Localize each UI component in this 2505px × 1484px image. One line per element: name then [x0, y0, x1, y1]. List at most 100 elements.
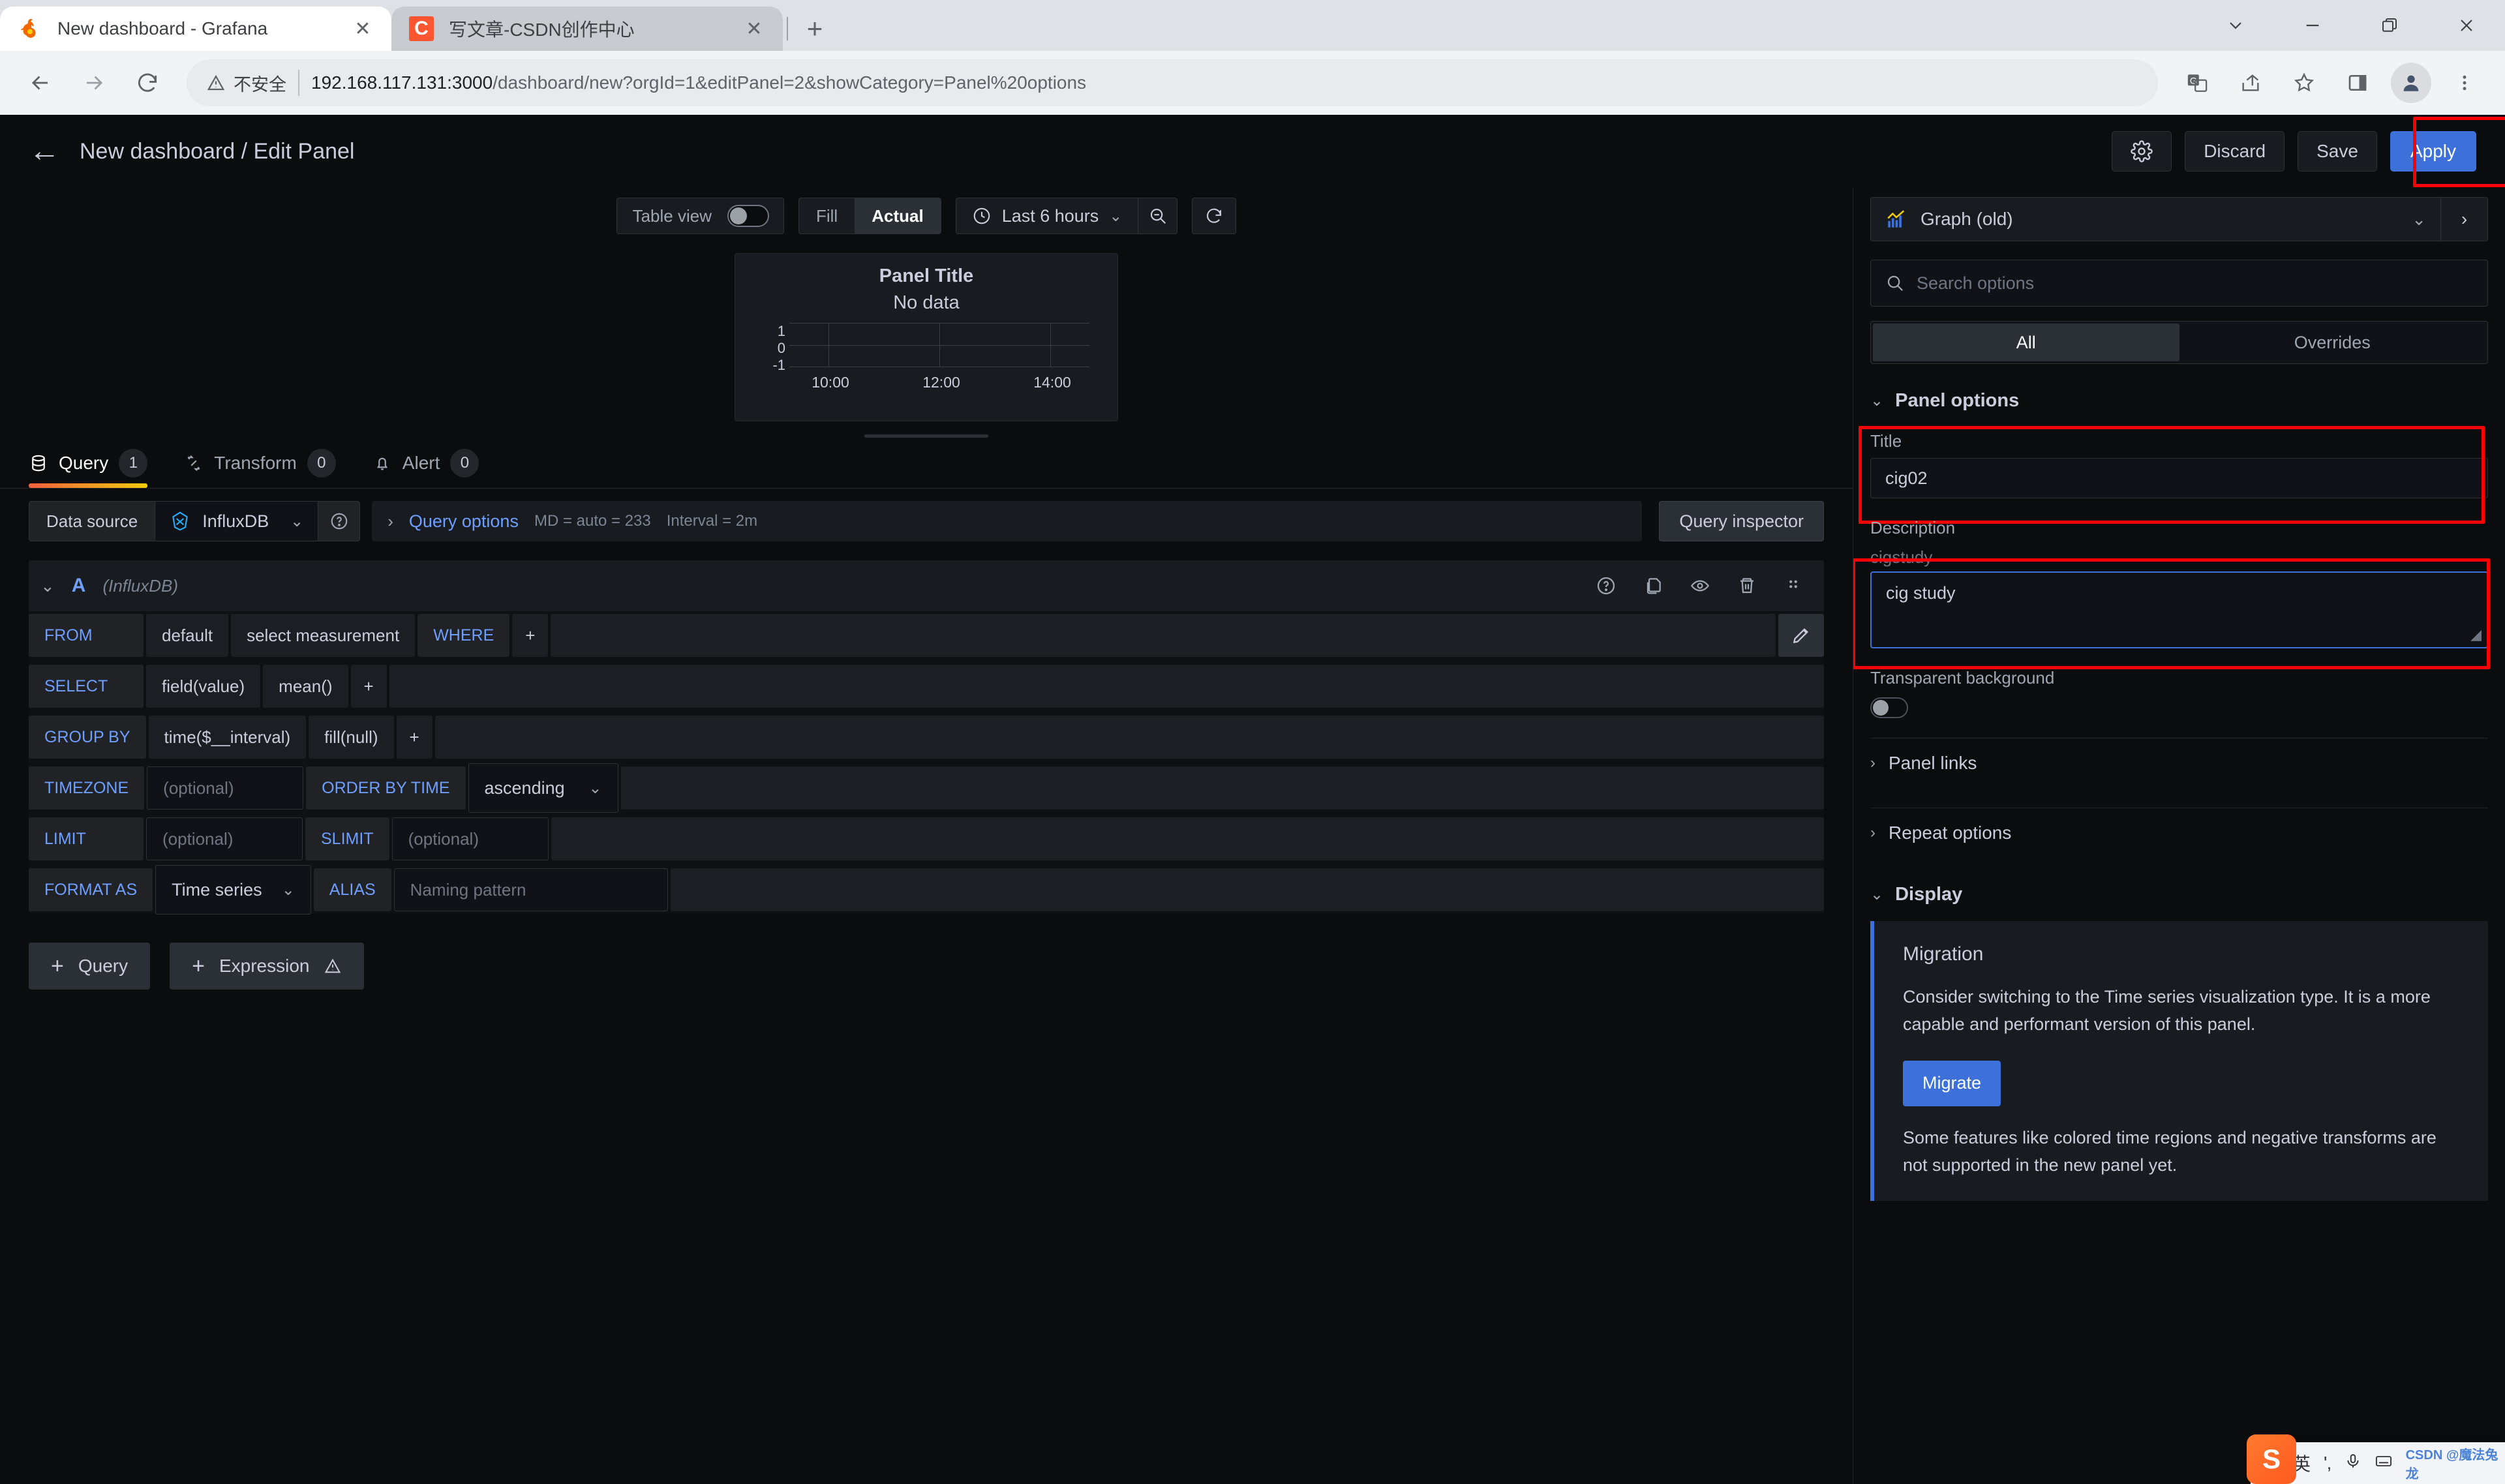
page-title: New dashboard / Edit Panel — [80, 138, 355, 164]
omnibox-divider — [298, 70, 299, 96]
pencil-icon[interactable] — [1778, 614, 1824, 657]
slimit-input[interactable]: (optional) — [391, 817, 549, 860]
back-arrow-icon[interactable]: ← — [29, 136, 60, 167]
select-aggregation[interactable]: mean() — [263, 665, 348, 708]
select-field[interactable]: field(value) — [146, 665, 261, 708]
section-panel-options[interactable]: ⌄ Panel options — [1870, 390, 2488, 412]
actual-button[interactable]: Actual — [855, 198, 941, 234]
close-icon[interactable]: ✕ — [351, 18, 374, 40]
apply-button[interactable]: Apply — [2390, 131, 2476, 172]
options-search-box[interactable]: Search options — [1870, 260, 2488, 307]
textarea-resize-grip[interactable]: ◢ — [2470, 626, 2482, 643]
viz-picker-button[interactable]: Graph (old) ⌄ — [1871, 208, 2440, 230]
timezone-input[interactable]: (optional) — [147, 766, 304, 810]
forward-icon[interactable] — [70, 59, 117, 106]
minimize-icon[interactable] — [2274, 0, 2351, 51]
groupby-fill[interactable]: fill(null) — [309, 716, 394, 759]
refresh-icon[interactable] — [1192, 198, 1237, 234]
groupby-time[interactable]: time($__interval) — [148, 716, 307, 759]
eye-icon[interactable] — [1690, 575, 1710, 596]
tab-search-chevron-down-icon[interactable] — [2197, 0, 2274, 51]
options-all-overrides-tabs: All Overrides — [1870, 321, 2488, 364]
from-measurement[interactable]: select measurement — [231, 614, 416, 657]
alias-input[interactable]: Naming pattern — [393, 868, 668, 911]
options-scroll-area[interactable]: Search options All Overrides ⌄ Panel opt… — [1853, 241, 2505, 1484]
discard-button[interactable]: Discard — [2185, 131, 2285, 172]
bookmark-star-icon[interactable] — [2281, 59, 2328, 106]
panel-links-section[interactable]: › Panel links — [1870, 738, 2488, 788]
back-icon[interactable] — [17, 59, 64, 106]
query-options-link[interactable]: Query options — [409, 511, 519, 532]
where-add-button[interactable]: + — [512, 614, 549, 657]
browser-menu-icon[interactable] — [2441, 59, 2488, 106]
repeat-options-section[interactable]: › Repeat options — [1870, 808, 2488, 858]
table-view-toggle[interactable]: Table view — [616, 198, 784, 234]
punctuation-icon[interactable]: '‚ — [2324, 1453, 2331, 1474]
share-icon[interactable] — [2227, 59, 2274, 106]
side-panel-icon[interactable] — [2334, 59, 2381, 106]
security-warning[interactable]: 不安全 — [206, 70, 286, 96]
sogou-logo-icon[interactable]: S — [2247, 1434, 2296, 1484]
omnibox[interactable]: 不安全 192.168.117.131:3000/dashboard/new?o… — [187, 59, 2158, 106]
edit-panel-body: Table view Fill Actual Last 6 hours ⌄ Pa… — [0, 188, 2505, 1484]
tab-query-badge: 1 — [119, 449, 148, 477]
y-tick: 1 — [777, 323, 785, 339]
chevron-down-icon[interactable]: ⌄ — [40, 576, 55, 596]
browser-tab-csdn[interactable]: C 写文章-CSDN创作中心 ✕ — [391, 7, 783, 51]
close-icon[interactable]: ✕ — [742, 18, 766, 40]
query-inspector-button[interactable]: Query inspector — [1659, 501, 1824, 541]
add-expression-button[interactable]: + Expression — [170, 943, 365, 990]
tab-query[interactable]: Query 1 — [29, 449, 148, 488]
limit-input[interactable]: (optional) — [146, 817, 303, 860]
duplicate-icon[interactable] — [1643, 575, 1663, 596]
tab-alert[interactable]: Alert 0 — [372, 449, 479, 488]
x-tick: 12:00 — [922, 374, 960, 391]
datasource-help-icon[interactable] — [318, 501, 361, 541]
restore-icon[interactable] — [2351, 0, 2428, 51]
influxdb-icon — [172, 511, 189, 531]
panel-preview-card[interactable]: Panel Title No data 1 0 -1 10:00 12:00 1… — [735, 253, 1118, 421]
bell-icon — [376, 457, 387, 470]
tab-transform[interactable]: Transform 0 — [184, 449, 336, 488]
select-add-button[interactable]: + — [350, 665, 387, 708]
dashboard-settings-button[interactable] — [2112, 131, 2172, 172]
chevron-right-icon: › — [1870, 754, 1875, 772]
trash-icon[interactable] — [1737, 575, 1757, 596]
panel-no-data-message: No data — [893, 292, 960, 313]
query-ref-id[interactable]: A — [72, 575, 86, 597]
keyboard-icon[interactable] — [2375, 1452, 2393, 1475]
add-query-button[interactable]: + Query — [29, 943, 151, 990]
groupby-add-button[interactable]: + — [396, 716, 433, 759]
orderbytime-select[interactable]: ascending ⌄ — [468, 763, 618, 813]
question-circle-icon[interactable] — [1596, 575, 1617, 596]
panel-description-textarea[interactable]: cig study ◢ — [1870, 571, 2488, 648]
datasource-picker[interactable]: InfluxDB ⌄ — [155, 501, 319, 541]
profile-avatar[interactable] — [2388, 59, 2435, 106]
migrate-button[interactable]: Migrate — [1903, 1060, 2001, 1106]
zoom-out-icon[interactable] — [1138, 198, 1177, 234]
reload-icon[interactable] — [124, 59, 171, 106]
table-view-switch[interactable] — [727, 205, 769, 227]
new-tab-button[interactable]: + — [792, 7, 838, 51]
save-button[interactable]: Save — [2298, 131, 2377, 172]
browser-tab-strip: New dashboard - Grafana ✕ C 写文章-CSDN创作中心… — [0, 0, 2505, 51]
viz-picker-expand-icon[interactable]: › — [2440, 198, 2487, 241]
formatas-select[interactable]: Time series ⌄ — [155, 865, 311, 915]
microphone-icon[interactable] — [2345, 1453, 2361, 1474]
drag-handle-icon[interactable] — [1784, 576, 1803, 596]
panel-title-input[interactable]: cig02 — [1870, 458, 2488, 498]
tab-overrides[interactable]: Overrides — [2179, 324, 2486, 361]
security-warning-text: 不安全 — [234, 74, 286, 95]
browser-tab-grafana[interactable]: New dashboard - Grafana ✕ — [0, 7, 391, 51]
time-range-button[interactable]: Last 6 hours ⌄ — [956, 206, 1138, 226]
fill-button[interactable]: Fill — [799, 198, 855, 234]
window-close-icon[interactable] — [2428, 0, 2505, 51]
translate-icon[interactable]: G — [2174, 59, 2221, 106]
tab-all[interactable]: All — [1873, 324, 2179, 361]
tab-divider — [787, 17, 788, 40]
migration-text: Consider switching to the Time series vi… — [1903, 987, 2431, 1034]
transparent-background-toggle[interactable] — [1870, 697, 1908, 718]
from-policy[interactable]: default — [146, 614, 229, 657]
chevron-right-icon[interactable]: › — [387, 511, 393, 532]
section-display[interactable]: ⌄ Display — [1870, 884, 2488, 905]
